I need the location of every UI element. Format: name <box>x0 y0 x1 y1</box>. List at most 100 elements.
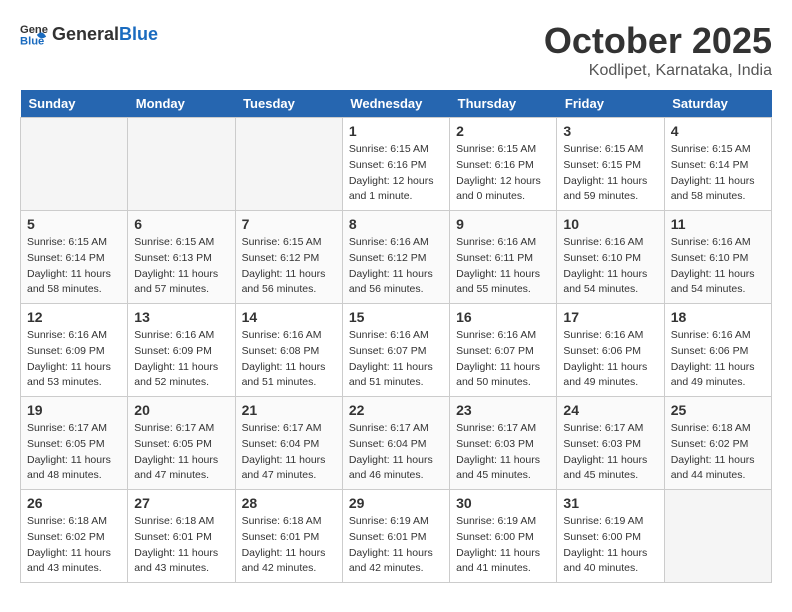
day-number: 1 <box>349 123 443 139</box>
day-number: 13 <box>134 309 228 325</box>
logo: General Blue GeneralBlue <box>20 20 158 48</box>
day-info: Sunrise: 6:16 AMSunset: 6:10 PMDaylight:… <box>671 235 765 298</box>
day-info: Sunrise: 6:17 AMSunset: 6:04 PMDaylight:… <box>349 421 443 484</box>
day-number: 20 <box>134 402 228 418</box>
day-number: 27 <box>134 495 228 511</box>
day-number: 12 <box>27 309 121 325</box>
calendar-cell <box>664 490 771 583</box>
day-info: Sunrise: 6:17 AMSunset: 6:05 PMDaylight:… <box>134 421 228 484</box>
calendar-cell: 14Sunrise: 6:16 AMSunset: 6:08 PMDayligh… <box>235 304 342 397</box>
day-number: 6 <box>134 216 228 232</box>
day-number: 11 <box>671 216 765 232</box>
calendar-cell: 20 Sunrise: 6:17 AMSunset: 6:05 PMDayligh… <box>128 397 235 490</box>
weekday-header-friday: Friday <box>557 90 664 118</box>
day-info: Sunrise: 6:17 AMSunset: 6:03 PMDaylight:… <box>456 421 550 484</box>
day-info: Sunrise: 6:16 AMSunset: 6:11 PMDaylight:… <box>456 235 550 298</box>
day-number: 29 <box>349 495 443 511</box>
calendar-cell <box>21 118 128 211</box>
day-number: 16 <box>456 309 550 325</box>
calendar-cell <box>235 118 342 211</box>
day-number: 28 <box>242 495 336 511</box>
calendar-cell: 8 Sunrise: 6:16 AMSunset: 6:12 PMDaylight… <box>342 211 449 304</box>
day-info: Sunrise: 6:17 AMSunset: 6:05 PMDaylight:… <box>27 421 121 484</box>
day-number: 17 <box>563 309 657 325</box>
day-info: Sunrise: 6:16 AMSunset: 6:09 PMDaylight:… <box>27 328 121 391</box>
day-number: 3 <box>563 123 657 139</box>
day-number: 4 <box>671 123 765 139</box>
week-row-2: 5 Sunrise: 6:15 AMSunset: 6:14 PMDaylight… <box>21 211 772 304</box>
day-number: 15 <box>349 309 443 325</box>
day-info: Sunrise: 6:15 AMSunset: 6:16 PMDaylight:… <box>456 142 550 205</box>
day-number: 18 <box>671 309 765 325</box>
week-row-1: 1 Sunrise: 6:15 AMSunset: 6:16 PMDaylight… <box>21 118 772 211</box>
week-row-5: 26 Sunrise: 6:18 AMSunset: 6:02 PMDayligh… <box>21 490 772 583</box>
day-number: 7 <box>242 216 336 232</box>
day-info: Sunrise: 6:18 AMSunset: 6:01 PMDaylight:… <box>242 514 336 577</box>
calendar-table: SundayMondayTuesdayWednesdayThursdayFrid… <box>20 90 772 583</box>
calendar-cell: 10 Sunrise: 6:16 AMSunset: 6:10 PMDayligh… <box>557 211 664 304</box>
calendar-cell: 7 Sunrise: 6:15 AMSunset: 6:12 PMDaylight… <box>235 211 342 304</box>
calendar-cell: 6 Sunrise: 6:15 AMSunset: 6:13 PMDaylight… <box>128 211 235 304</box>
calendar-cell: 27 Sunrise: 6:18 AMSunset: 6:01 PMDayligh… <box>128 490 235 583</box>
day-info: Sunrise: 6:19 AMSunset: 6:01 PMDaylight:… <box>349 514 443 577</box>
calendar-cell: 18 Sunrise: 6:16 AMSunset: 6:06 PMDayligh… <box>664 304 771 397</box>
day-number: 10 <box>563 216 657 232</box>
day-info: Sunrise: 6:15 AMSunset: 6:15 PMDaylight:… <box>563 142 657 205</box>
weekday-header-sunday: Sunday <box>21 90 128 118</box>
calendar-cell: 13 Sunrise: 6:16 AMSunset: 6:09 PMDayligh… <box>128 304 235 397</box>
logo-general-text: General <box>52 24 119 45</box>
day-number: 5 <box>27 216 121 232</box>
calendar-cell: 5 Sunrise: 6:15 AMSunset: 6:14 PMDaylight… <box>21 211 128 304</box>
calendar-cell <box>128 118 235 211</box>
weekday-header-thursday: Thursday <box>450 90 557 118</box>
logo-icon: General Blue <box>20 20 48 48</box>
day-info: Sunrise: 6:17 AMSunset: 6:03 PMDaylight:… <box>563 421 657 484</box>
day-number: 31 <box>563 495 657 511</box>
day-info: Sunrise: 6:17 AMSunset: 6:04 PMDaylight:… <box>242 421 336 484</box>
calendar-cell: 1 Sunrise: 6:15 AMSunset: 6:16 PMDaylight… <box>342 118 449 211</box>
weekday-header-monday: Monday <box>128 90 235 118</box>
calendar-cell: 23 Sunrise: 6:17 AMSunset: 6:03 PMDayligh… <box>450 397 557 490</box>
day-info: Sunrise: 6:15 AMSunset: 6:16 PMDaylight:… <box>349 142 443 205</box>
calendar-cell: 22Sunrise: 6:17 AMSunset: 6:04 PMDayligh… <box>342 397 449 490</box>
calendar-cell: 29 Sunrise: 6:19 AMSunset: 6:01 PMDayligh… <box>342 490 449 583</box>
location-subtitle: Kodlipet, Karnataka, India <box>544 62 772 80</box>
day-info: Sunrise: 6:16 AMSunset: 6:06 PMDaylight:… <box>563 328 657 391</box>
calendar-cell: 3 Sunrise: 6:15 AMSunset: 6:15 PMDaylight… <box>557 118 664 211</box>
day-number: 2 <box>456 123 550 139</box>
weekday-header-tuesday: Tuesday <box>235 90 342 118</box>
svg-text:Blue: Blue <box>20 35 44 47</box>
day-number: 26 <box>27 495 121 511</box>
calendar-cell: 17 Sunrise: 6:16 AMSunset: 6:06 PMDayligh… <box>557 304 664 397</box>
day-info: Sunrise: 6:15 AMSunset: 6:12 PMDaylight:… <box>242 235 336 298</box>
day-info: Sunrise: 6:16 AMSunset: 6:09 PMDaylight:… <box>134 328 228 391</box>
day-info: Sunrise: 6:19 AMSunset: 6:00 PMDaylight:… <box>456 514 550 577</box>
logo-blue-text: Blue <box>119 24 158 45</box>
calendar-cell: 19 Sunrise: 6:17 AMSunset: 6:05 PMDayligh… <box>21 397 128 490</box>
header: General Blue GeneralBlue October 2025 Ko… <box>20 20 772 80</box>
calendar-cell: 25Sunrise: 6:18 AMSunset: 6:02 PMDayligh… <box>664 397 771 490</box>
day-number: 23 <box>456 402 550 418</box>
title-area: October 2025 Kodlipet, Karnataka, India <box>544 20 772 80</box>
day-info: Sunrise: 6:16 AMSunset: 6:08 PMDaylight:… <box>242 328 336 391</box>
day-info: Sunrise: 6:16 AMSunset: 6:06 PMDaylight:… <box>671 328 765 391</box>
day-number: 19 <box>27 402 121 418</box>
day-info: Sunrise: 6:15 AMSunset: 6:13 PMDaylight:… <box>134 235 228 298</box>
day-number: 24 <box>563 402 657 418</box>
day-info: Sunrise: 6:18 AMSunset: 6:02 PMDaylight:… <box>27 514 121 577</box>
day-info: Sunrise: 6:16 AMSunset: 6:07 PMDaylight:… <box>456 328 550 391</box>
day-info: Sunrise: 6:18 AMSunset: 6:01 PMDaylight:… <box>134 514 228 577</box>
calendar-cell: 15Sunrise: 6:16 AMSunset: 6:07 PMDayligh… <box>342 304 449 397</box>
calendar-cell: 21Sunrise: 6:17 AMSunset: 6:04 PMDayligh… <box>235 397 342 490</box>
weekday-header-row: SundayMondayTuesdayWednesdayThursdayFrid… <box>21 90 772 118</box>
day-info: Sunrise: 6:16 AMSunset: 6:12 PMDaylight:… <box>349 235 443 298</box>
day-info: Sunrise: 6:19 AMSunset: 6:00 PMDaylight:… <box>563 514 657 577</box>
calendar-cell: 4 Sunrise: 6:15 AMSunset: 6:14 PMDaylight… <box>664 118 771 211</box>
day-info: Sunrise: 6:16 AMSunset: 6:10 PMDaylight:… <box>563 235 657 298</box>
day-info: Sunrise: 6:15 AMSunset: 6:14 PMDaylight:… <box>27 235 121 298</box>
day-number: 8 <box>349 216 443 232</box>
calendar-cell: 2 Sunrise: 6:15 AMSunset: 6:16 PMDaylight… <box>450 118 557 211</box>
day-info: Sunrise: 6:18 AMSunset: 6:02 PMDaylight:… <box>671 421 765 484</box>
calendar-cell: 26 Sunrise: 6:18 AMSunset: 6:02 PMDayligh… <box>21 490 128 583</box>
day-info: Sunrise: 6:15 AMSunset: 6:14 PMDaylight:… <box>671 142 765 205</box>
